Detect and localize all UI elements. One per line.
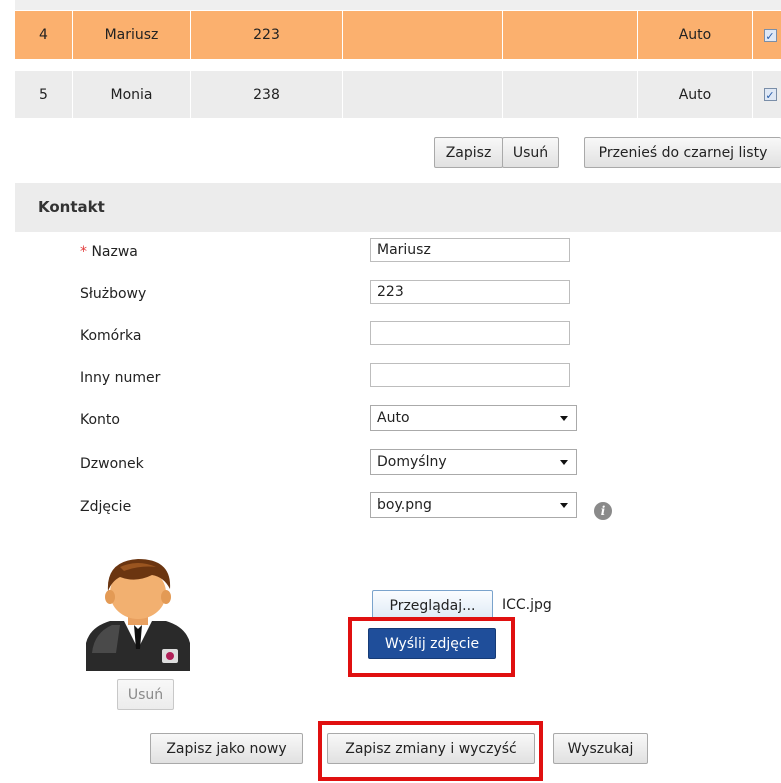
row-checkbox-cell: ✓ (753, 71, 781, 118)
photo-select[interactable]: boy.png (370, 492, 577, 518)
save-button[interactable]: Zapisz (434, 137, 503, 168)
work-number-field[interactable]: 223 (370, 280, 570, 304)
save-as-new-button[interactable]: Zapisz jako nowy (150, 733, 303, 764)
row-number: 4 (15, 11, 73, 59)
row-checkbox-cell: ✓ (753, 11, 781, 59)
avatar-image (86, 559, 190, 671)
row-checkbox[interactable]: ✓ (763, 88, 777, 102)
photo-label: Zdjęcie (80, 499, 132, 515)
ringtone-select[interactable]: Domyślny (370, 449, 577, 475)
table-row[interactable]: 5 Monia 238 Auto ✓ (15, 71, 781, 118)
row-account: Auto (638, 11, 753, 59)
info-icon[interactable]: i (594, 502, 612, 520)
delete-photo-button[interactable]: Usuń (117, 679, 174, 710)
other-number-field[interactable] (370, 363, 570, 387)
move-to-blacklist-button[interactable]: Przenieś do czarnej listy (584, 137, 781, 168)
row-extension: 223 (191, 11, 343, 59)
required-mark: * (80, 244, 87, 260)
chevron-down-icon (560, 503, 568, 508)
row-cell-empty (503, 71, 638, 118)
contact-section-header: Kontakt (15, 183, 781, 232)
search-button[interactable]: Wyszukaj (553, 733, 648, 764)
photo-select-value: boy.png (377, 497, 432, 513)
section-title: Kontakt (38, 198, 105, 216)
name-field[interactable]: Mariusz (370, 238, 570, 262)
ringtone-label: Dzwonek (80, 456, 144, 472)
table-row[interactable]: 4 Mariusz 223 Auto ✓ (15, 11, 781, 59)
row-name: Mariusz (73, 11, 191, 59)
selected-file-name: ICC.jpg (502, 597, 552, 613)
name-label: * Nazwa (80, 244, 138, 260)
ringtone-select-value: Domyślny (377, 454, 447, 470)
name-label-text: Nazwa (91, 244, 138, 260)
upload-photo-button[interactable]: Wyślij zdjęcie (368, 628, 496, 659)
row-checkbox[interactable]: ✓ (763, 28, 777, 43)
delete-button[interactable]: Usuń (502, 137, 559, 168)
table-header-strip (15, 0, 781, 10)
row-number: 5 (15, 71, 73, 118)
account-label: Konto (80, 412, 120, 428)
mobile-number-field[interactable] (370, 321, 570, 345)
work-label: Służbowy (80, 286, 147, 302)
row-account: Auto (638, 71, 753, 118)
mobile-label: Komórka (80, 328, 142, 344)
row-name: Monia (73, 71, 191, 118)
row-cell-empty (343, 11, 503, 59)
chevron-down-icon (560, 416, 568, 421)
account-select-value: Auto (377, 410, 410, 426)
row-extension: 238 (191, 71, 343, 118)
chevron-down-icon (560, 460, 568, 465)
row-cell-empty (343, 71, 503, 118)
account-select[interactable]: Auto (370, 405, 577, 431)
save-and-clear-button[interactable]: Zapisz zmiany i wyczyść (327, 733, 535, 764)
other-number-label: Inny numer (80, 370, 161, 386)
row-cell-empty (503, 11, 638, 59)
